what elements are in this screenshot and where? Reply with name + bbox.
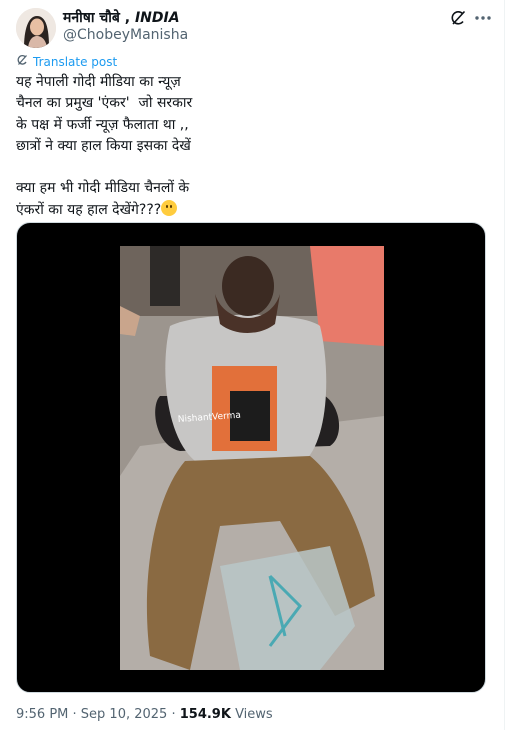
views-count: 154.9K — [179, 707, 231, 722]
tweet-text: यह नेपाली गोदी मीडिया का न्यूज़ चैनल का … — [16, 72, 316, 221]
translate-post-label: Translate post — [33, 54, 118, 69]
author-handle[interactable]: @ChobeyManisha — [63, 27, 188, 43]
tweet-body: यह नेपाली गोदी मीडिया का न्यूज़ चैनल का … — [16, 74, 193, 218]
tweet-date[interactable]: Sep 10, 2025 — [81, 707, 168, 722]
avatar[interactable] — [16, 8, 56, 48]
tweet-time[interactable]: 9:56 PM — [16, 707, 68, 722]
author-name-country: INDIA — [134, 10, 180, 26]
video-thumbnail[interactable]: NishantVerma — [120, 246, 384, 670]
views-label: Views — [230, 707, 273, 722]
video-player[interactable]: NishantVerma — [16, 222, 486, 693]
translate-post-link[interactable]: Translate post — [16, 54, 117, 69]
more-icon[interactable] — [472, 7, 494, 29]
tweet-card: मनीषा चौबे , INDIA @ChobeyManisha Transl… — [0, 0, 505, 730]
translate-icon — [16, 54, 28, 69]
tweet-meta: 9:56 PM · Sep 10, 2025 · 154.9K Views — [16, 707, 273, 722]
meta-separator-2: · — [167, 707, 180, 722]
slightly-smiling-face-icon — [161, 199, 178, 216]
meta-separator: · — [68, 707, 81, 722]
grok-icon[interactable] — [449, 9, 467, 27]
author-name[interactable]: मनीषा चौबे , INDIA — [63, 8, 180, 27]
author-name-prefix: मनीषा चौबे , — [63, 10, 135, 26]
